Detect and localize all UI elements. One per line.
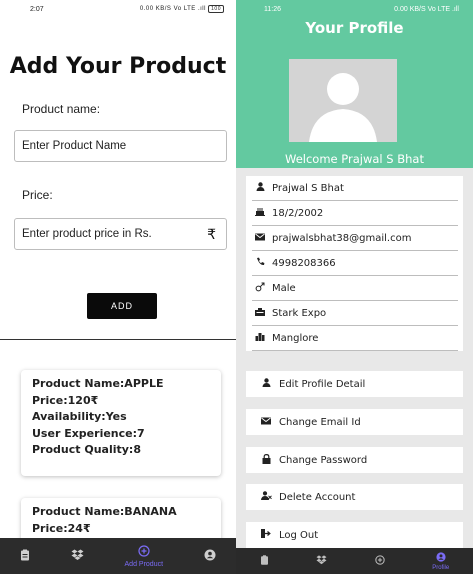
nav-add-product-label: Add Product [124, 560, 164, 568]
profile-screen: 11:26 0.00 KB/S Vo LTE .ıll Your Profile… [236, 0, 473, 574]
profile-header: 11:26 0.00 KB/S Vo LTE .ıll Your Profile… [236, 0, 473, 168]
nav-orders[interactable] [260, 554, 269, 568]
delete-account-label: Delete Account [279, 491, 356, 503]
building-icon [252, 307, 268, 319]
nav-add-product[interactable] [375, 554, 385, 568]
price-placeholder: Enter product price in Rs. [22, 228, 152, 240]
info-phone-value: 4998208366 [272, 257, 336, 269]
product-quality: Product Quality:8 [32, 443, 141, 456]
nav-products[interactable] [71, 549, 84, 564]
change-email-button[interactable]: Change Email Id [246, 409, 463, 435]
info-city: Manglore [252, 326, 458, 351]
lock-icon [259, 453, 273, 467]
product-price: Price:24₹ [32, 521, 91, 535]
product-card[interactable]: Product Name:APPLE Price:120₹ Availabili… [21, 370, 221, 476]
dropbox-icon [71, 549, 84, 564]
info-city-value: Manglore [272, 332, 319, 344]
change-email-label: Change Email Id [279, 416, 361, 428]
user-icon [252, 182, 268, 194]
product-name-input[interactable]: Enter Product Name [14, 130, 227, 162]
avatar[interactable] [289, 59, 397, 142]
nav-add-product[interactable]: Add Product [124, 544, 164, 568]
edit-profile-label: Edit Profile Detail [279, 378, 366, 390]
profile-info-card: Prajwal S Bhat 18/2/2002 prajwalsbhat38@… [246, 176, 463, 351]
clipboard-icon [20, 549, 30, 564]
user-avatar-icon [289, 59, 397, 142]
user-icon [259, 378, 273, 390]
envelope-icon [252, 233, 268, 244]
info-name-value: Prajwal S Bhat [272, 182, 344, 194]
nav-products[interactable] [316, 554, 327, 568]
log-out-button[interactable]: Log Out [246, 522, 463, 548]
add-button[interactable]: ADD [87, 293, 157, 319]
nav-orders[interactable] [20, 549, 30, 564]
divider [0, 339, 236, 340]
status-icons: 0.00 KB/S Vo LTE .ıll 100 [140, 5, 224, 13]
city-icon [252, 332, 268, 344]
user-circle-icon [436, 551, 446, 565]
status-indicators: 0.00 KB/S Vo LTE .ıll [139, 6, 206, 12]
product-name: Product Name:BANANA [32, 505, 177, 518]
info-gender: Male [252, 276, 458, 301]
info-email: prajwalsbhat38@gmail.com [252, 226, 458, 251]
info-name: Prajwal S Bhat [252, 176, 458, 201]
nav-profile[interactable]: Profile [432, 551, 450, 571]
add-circle-icon [375, 554, 385, 568]
bottom-navigation: Profile [236, 548, 473, 574]
change-password-label: Change Password [279, 454, 368, 466]
status-indicators: 0.00 KB/S Vo LTE .ıll [394, 5, 459, 13]
change-password-button[interactable]: Change Password [246, 447, 463, 473]
price-label: Price: [22, 188, 53, 202]
gender-icon [252, 282, 268, 295]
delete-account-button[interactable]: Delete Account [246, 484, 463, 510]
user-circle-icon [204, 549, 216, 564]
status-time: 2:07 [30, 5, 44, 13]
page-title: Your Profile [305, 19, 404, 37]
edit-profile-button[interactable]: Edit Profile Detail [246, 371, 463, 397]
product-name: Product Name:APPLE [32, 377, 164, 390]
status-bar: 11:26 0.00 KB/S Vo LTE .ıll [236, 0, 473, 18]
info-dob-value: 18/2/2002 [272, 207, 324, 219]
status-time: 11:26 [264, 5, 281, 13]
envelope-icon [259, 417, 273, 428]
rupee-icon: ₹ [207, 225, 216, 242]
nav-profile-label: Profile [432, 564, 450, 571]
dropbox-icon [316, 554, 327, 568]
nav-profile[interactable] [204, 549, 216, 564]
info-dob: 18/2/2002 [252, 201, 458, 226]
clipboard-icon [260, 554, 269, 568]
add-circle-icon [138, 544, 150, 560]
page-title: Add Your Product [9, 54, 227, 79]
price-input[interactable]: Enter product price in Rs. ₹ [14, 218, 227, 250]
user-delete-icon [259, 491, 273, 503]
product-availability: Availability:Yes [32, 410, 127, 423]
welcome-text: Welcome Prajwal S Bhat [285, 152, 424, 166]
info-company: Stark Expo [252, 301, 458, 326]
bottom-navigation: Add Product [0, 538, 236, 574]
product-name-label: Product name: [22, 102, 101, 116]
phone-icon [252, 257, 268, 269]
birthday-cake-icon [252, 207, 268, 219]
product-name-placeholder: Enter Product Name [22, 140, 127, 152]
product-price: Price:120₹ [32, 393, 99, 407]
product-user-experience: User Experience:7 [32, 426, 145, 440]
info-phone: 4998208366 [252, 251, 458, 276]
add-product-screen: 2:07 0.00 KB/S Vo LTE .ıll 100 Add Your … [0, 0, 236, 574]
log-out-label: Log Out [279, 529, 319, 541]
info-company-value: Stark Expo [272, 307, 327, 319]
info-gender-value: Male [272, 282, 296, 294]
logout-icon [259, 529, 273, 541]
info-email-value: prajwalsbhat38@gmail.com [272, 232, 412, 244]
battery-icon: 100 [208, 5, 224, 13]
status-bar: 2:07 0.00 KB/S Vo LTE .ıll 100 [0, 0, 236, 18]
